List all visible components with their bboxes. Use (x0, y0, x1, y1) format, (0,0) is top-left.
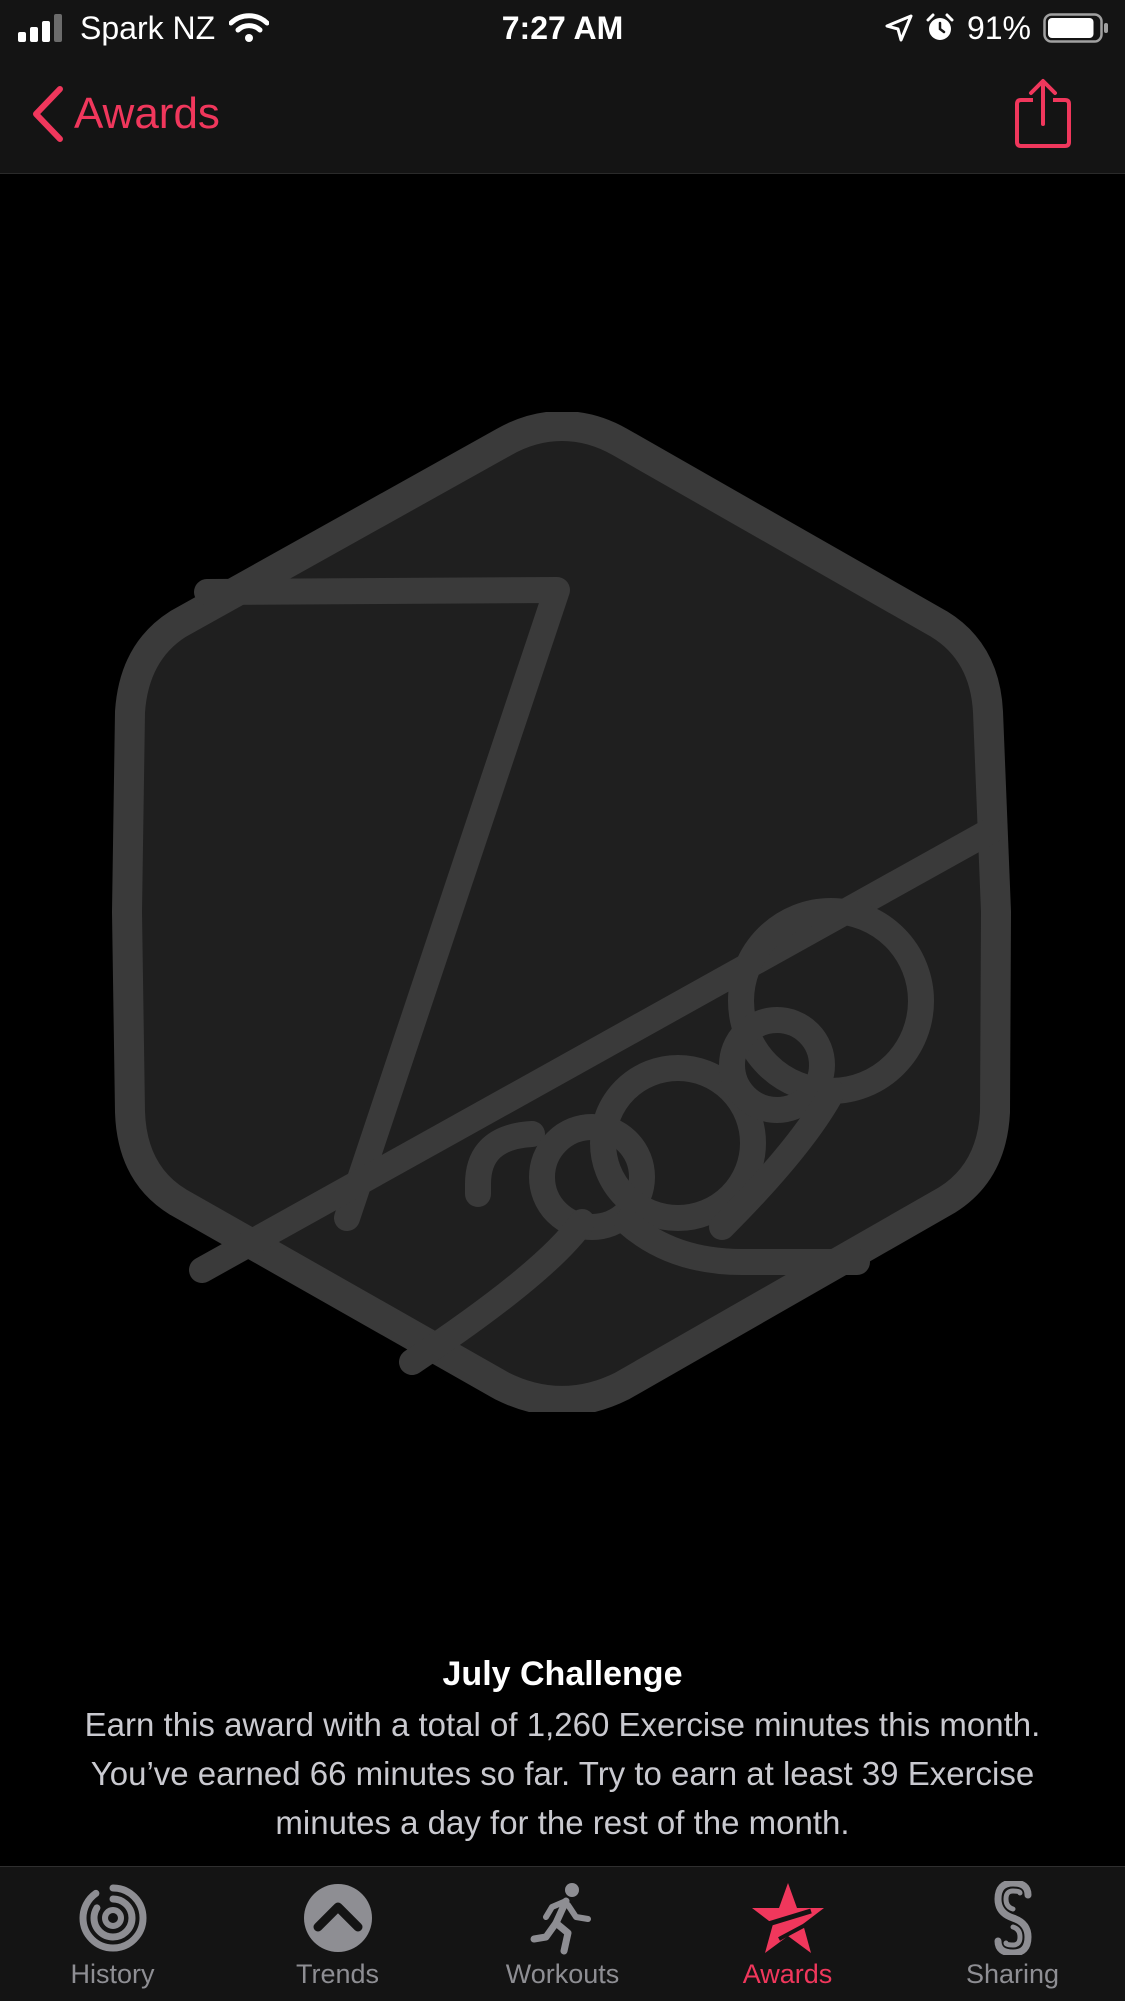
nav-bar: Awards (0, 56, 1125, 174)
award-description: Earn this award with a total of 1,260 Ex… (84, 1706, 1041, 1841)
july-challenge-badge-icon (112, 411, 1011, 1416)
status-bar: Spark NZ 7:27 AM 91% (0, 0, 1125, 56)
tab-trends[interactable]: Trends (225, 1867, 450, 2001)
tab-label: History (70, 1959, 155, 1989)
tab-sharing[interactable]: Sharing (900, 1867, 1125, 2001)
tab-label: Awards (742, 1959, 833, 1989)
sharing-icon (993, 1881, 1032, 1955)
tab-label: Sharing (965, 1959, 1060, 1989)
running-figure-icon (530, 1883, 591, 1955)
back-button[interactable]: Awards (30, 84, 220, 144)
tab-awards[interactable]: Awards (675, 1867, 900, 2001)
battery-percent: 91% (966, 9, 1031, 46)
alarm-clock-icon (926, 13, 954, 40)
history-rings-icon (79, 1884, 146, 1952)
award-star-icon (751, 1883, 824, 1953)
tab-bar: History Trends Workouts Awards Sharing (0, 1866, 1125, 2001)
battery-icon (1043, 13, 1108, 43)
share-icon[interactable] (1013, 78, 1073, 150)
location-arrow-icon (885, 14, 913, 42)
award-title: July Challenge (442, 1655, 683, 1693)
tab-history[interactable]: History (0, 1867, 225, 2001)
tab-label: Workouts (505, 1959, 620, 1989)
tab-workouts[interactable]: Workouts (450, 1867, 675, 2001)
trends-chevron-up-icon (303, 1884, 372, 1952)
award-badge (112, 411, 1012, 1416)
tab-label: Trends (295, 1959, 380, 1989)
chevron-left-icon (33, 86, 63, 142)
back-label: Awards (74, 89, 220, 138)
status-right: 91% (885, 8, 1109, 48)
